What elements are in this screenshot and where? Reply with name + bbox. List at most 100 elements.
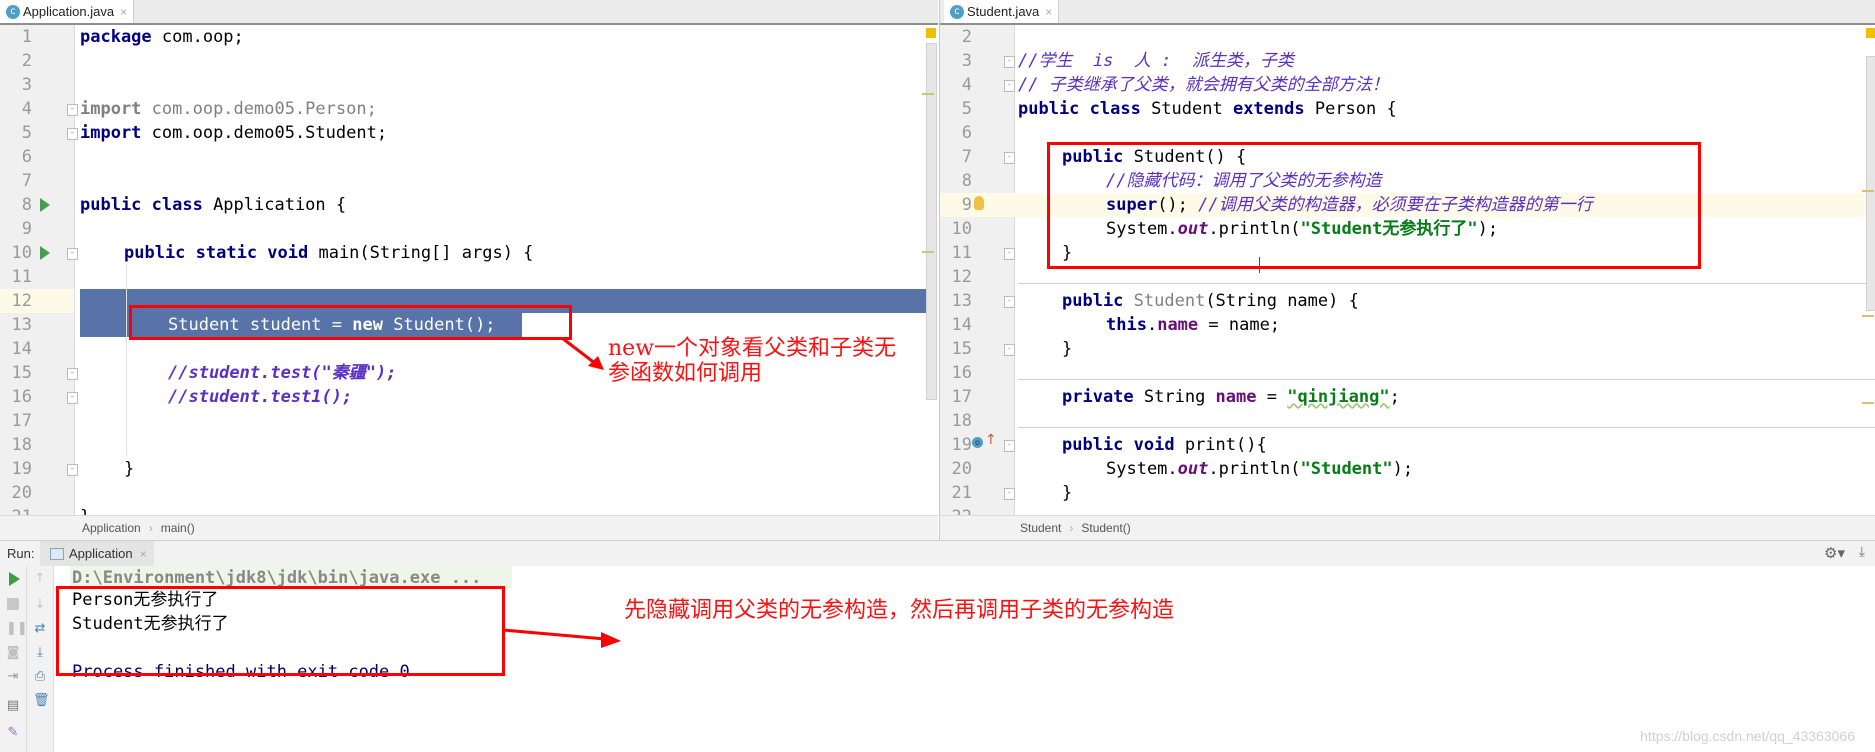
right-code-area[interactable]: 2345678910111213141516171819202122 - //学…	[940, 25, 1875, 527]
error-stripe-marker[interactable]	[1862, 315, 1874, 317]
pause-icon[interactable]: ❚❚	[6, 622, 28, 636]
dump-threads-icon[interactable]: ◙	[6, 646, 20, 660]
breadcrumb-item[interactable]: Student	[1020, 521, 1061, 535]
fold-icon[interactable]: -	[67, 392, 78, 404]
line-number[interactable]: 11	[4, 265, 32, 289]
tab-student-java[interactable]: c Student.java ×	[944, 0, 1060, 23]
breadcrumb-item[interactable]: Application	[82, 521, 141, 535]
fold-icon[interactable]: -	[1004, 56, 1015, 68]
right-vertical-scrollbar[interactable]	[1866, 56, 1875, 311]
layout-icon[interactable]: ▤	[6, 699, 20, 713]
line-number[interactable]: 6	[4, 145, 32, 169]
line-number[interactable]: 10	[4, 241, 32, 265]
line-number[interactable]: 8	[4, 193, 32, 217]
fold-icon[interactable]: -	[1004, 344, 1015, 356]
line-number[interactable]: 10	[944, 217, 972, 241]
line-number[interactable]: 7	[4, 169, 32, 193]
error-stripe-marker[interactable]	[1862, 402, 1874, 404]
scroll-down-icon[interactable]: ↓	[33, 598, 47, 612]
line-number[interactable]: 17	[4, 409, 32, 433]
rerun-icon[interactable]	[9, 572, 20, 586]
inspection-status-icon[interactable]	[926, 28, 936, 38]
fold-icon[interactable]: -	[1004, 80, 1015, 92]
line-number[interactable]: 6	[944, 121, 972, 145]
soft-wrap-icon[interactable]: ⇄	[33, 622, 47, 636]
line-number[interactable]: 15	[4, 361, 32, 385]
line-number[interactable]: 18	[944, 409, 972, 433]
scroll-up-icon[interactable]: ↑	[33, 572, 47, 586]
close-run-tab-icon[interactable]: ×	[140, 547, 147, 561]
error-stripe-marker[interactable]	[922, 251, 934, 253]
line-number[interactable]: 17	[944, 385, 972, 409]
line-number[interactable]: 9	[4, 217, 32, 241]
left-editor-pane: c Application.java × 1 2 3 4 5 6 7 8 9 10 11 12 13 14…	[0, 0, 938, 540]
run-tab-application[interactable]: Application ×	[40, 541, 154, 566]
tab-label: Student.java	[967, 4, 1040, 19]
run-tab-label: Application	[69, 546, 133, 561]
breadcrumb-item[interactable]: main()	[161, 521, 195, 535]
fold-icon[interactable]: -	[1004, 152, 1015, 164]
stop-icon[interactable]	[7, 598, 19, 610]
line-number[interactable]: 5	[944, 97, 972, 121]
line-number[interactable]: 20	[4, 481, 32, 505]
line-number[interactable]: 9	[944, 193, 972, 217]
exit-icon[interactable]: ⇥	[6, 670, 20, 684]
line-number[interactable]: 16	[944, 361, 972, 385]
left-code-area[interactable]: 123456789101112131415161718192021 packag…	[0, 25, 938, 527]
line-number[interactable]: 20	[944, 457, 972, 481]
line-number[interactable]: 4	[944, 73, 972, 97]
overrides-method-icon[interactable]: o	[972, 437, 983, 448]
pin-icon[interactable]: ✎	[6, 726, 20, 740]
line-number[interactable]: 3	[4, 73, 32, 97]
breadcrumb-item[interactable]: Student()	[1081, 521, 1130, 535]
line-number[interactable]: 14	[944, 313, 972, 337]
line-number[interactable]: 12	[944, 265, 972, 289]
fold-icon[interactable]: -	[67, 368, 78, 380]
hide-panel-icon[interactable]: ⤓	[1859, 544, 1865, 560]
line-number[interactable]: 19	[944, 433, 972, 457]
line-number[interactable]: 2	[4, 49, 32, 73]
fold-icon[interactable]: -	[67, 248, 78, 260]
line-number[interactable]: 14	[4, 337, 32, 361]
line-number[interactable]: 7	[944, 145, 972, 169]
line-number[interactable]: 11	[944, 241, 972, 265]
line-number[interactable]: 8	[944, 169, 972, 193]
line-number[interactable]: 2	[944, 25, 972, 49]
fold-icon[interactable]: -	[1004, 488, 1015, 500]
line-number[interactable]: 18	[4, 433, 32, 457]
run-main-icon[interactable]	[40, 246, 50, 260]
close-tab-icon[interactable]: ×	[120, 5, 127, 19]
line-number[interactable]: 13	[944, 289, 972, 313]
line-number[interactable]: 13	[4, 313, 32, 337]
print-icon[interactable]: ⎙	[33, 670, 47, 684]
intention-bulb-icon[interactable]	[974, 196, 984, 210]
class-icon: c	[950, 4, 964, 19]
line-number[interactable]: 1	[4, 25, 32, 49]
annotation-new-object: new一个对象看父类和子类无 参函数如何调用	[608, 336, 897, 386]
fold-icon[interactable]: -	[67, 464, 78, 476]
line-number[interactable]: 4	[4, 97, 32, 121]
run-class-icon[interactable]	[40, 198, 50, 212]
clear-all-icon[interactable]: 🗑	[33, 694, 50, 708]
fold-icon[interactable]: -	[1004, 296, 1015, 308]
settings-gear-icon[interactable]: ⚙▾	[1824, 544, 1845, 562]
fold-icon[interactable]: -	[1004, 440, 1015, 452]
code-line-16: //student.test1();	[168, 387, 353, 407]
line-number[interactable]: 21	[944, 481, 972, 505]
line-number[interactable]: 5	[4, 121, 32, 145]
fold-icon[interactable]: -	[1004, 248, 1015, 260]
line-number[interactable]: 15	[944, 337, 972, 361]
inspection-status-icon[interactable]	[1866, 28, 1875, 38]
line-number[interactable]: 3	[944, 49, 972, 73]
error-stripe-marker[interactable]	[1862, 190, 1874, 192]
fold-icon[interactable]: -	[67, 104, 78, 116]
close-tab-icon[interactable]: ×	[1045, 5, 1052, 19]
tab-application-java[interactable]: c Application.java ×	[0, 0, 135, 23]
line-number[interactable]: 12	[4, 289, 32, 313]
fold-icon[interactable]: -	[67, 128, 78, 140]
error-stripe-marker[interactable]	[922, 93, 934, 95]
line-number[interactable]: 19	[4, 457, 32, 481]
line-number[interactable]: 16	[4, 385, 32, 409]
scroll-to-end-icon[interactable]: ⤓	[33, 646, 47, 660]
left-vertical-scrollbar[interactable]	[926, 43, 937, 400]
